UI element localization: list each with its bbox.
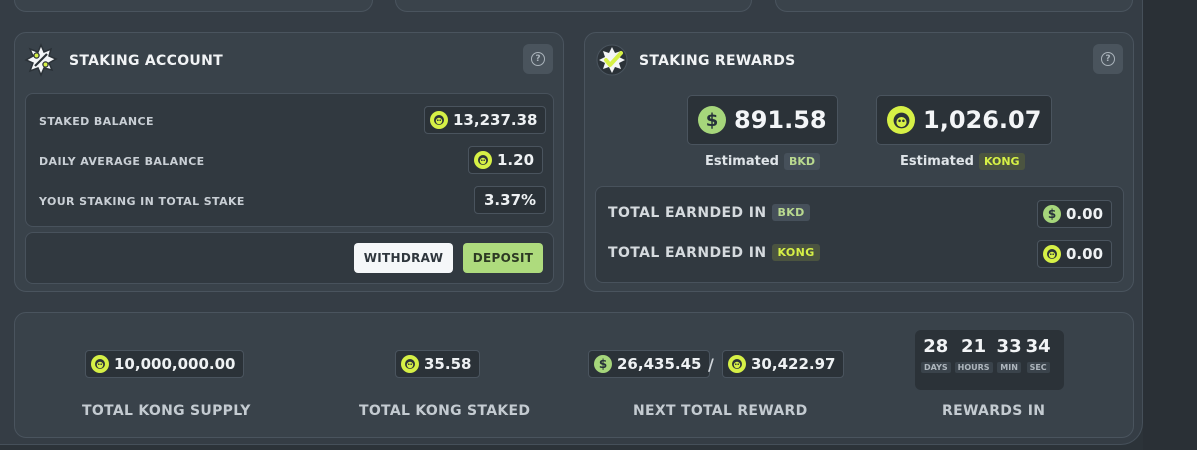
days-number: 28 (923, 336, 949, 357)
top-card-3 (775, 0, 1133, 12)
staking-share-amount: 3.37% (484, 191, 537, 209)
countdown-sec: 34 SEC (1026, 336, 1051, 390)
question-icon: ? (531, 52, 545, 66)
countdown-min: 33 MIN (997, 336, 1022, 390)
total-earned-text: TOTAL EARNDED IN (608, 204, 767, 221)
daily-average-amount: 1.20 (497, 151, 535, 169)
estimated-label: Estimated (900, 154, 974, 169)
rewards-countdown: 28 DAYS 21 HOURS 33 MIN 34 SEC (915, 330, 1064, 390)
staking-account-help-button[interactable]: ? (523, 44, 553, 74)
staking-rewards-help-button[interactable]: ? (1093, 44, 1123, 74)
staking-account-title: STAKING ACCOUNT (69, 53, 223, 69)
total-supply-label: TOTAL KONG SUPPLY (82, 403, 251, 419)
bkd-tag: BKD (772, 204, 810, 221)
kong-coin-icon (474, 151, 492, 169)
rewards-in-label: REWARDS IN (942, 403, 1046, 419)
next-reward-bkd-amount: 26,435.45 (617, 355, 702, 373)
estimated-kong-caption: Estimated KONG (900, 153, 1025, 170)
kong-tag: KONG (772, 244, 820, 261)
top-card-1 (14, 0, 373, 12)
staking-account-card: STAKING ACCOUNT ? STAKED BALANCE 13,237.… (14, 32, 564, 292)
stats-card: 10,000,000.00 TOTAL KONG SUPPLY 35.58 TO… (14, 312, 1134, 438)
staking-account-details: STAKED BALANCE 13,237.38 DAILY AVERAGE B… (25, 93, 554, 227)
kong-tag: KONG (978, 153, 1025, 170)
total-earned-text: TOTAL EARNDED IN (608, 244, 767, 261)
estimated-label: Estimated (705, 154, 779, 169)
kong-coin-icon (728, 355, 746, 373)
percent-badge-icon (24, 43, 58, 77)
estimated-bkd-caption: Estimated BKD (705, 153, 820, 170)
min-unit: MIN (997, 362, 1021, 373)
next-reward-kong-amount: 30,422.97 (751, 355, 836, 373)
total-earned-kong-label: TOTAL EARNDED IN KONG (608, 244, 820, 261)
daily-average-label: DAILY AVERAGE BALANCE (39, 155, 205, 168)
total-earned-bkd-label: TOTAL EARNDED IN BKD (608, 204, 810, 221)
staking-rewards-card: STAKING REWARDS ? $ 891.58 Estimated BKD… (584, 32, 1134, 292)
staked-balance-amount: 13,237.38 (453, 111, 538, 129)
kong-coin-icon (91, 355, 109, 373)
deposit-button[interactable]: DEPOSIT (463, 243, 543, 273)
total-staked-amount: 35.58 (424, 355, 472, 373)
total-staked-label: TOTAL KONG STAKED (359, 403, 531, 419)
withdraw-button[interactable]: WITHDRAW (354, 243, 453, 273)
staking-share-label: YOUR STAKING IN TOTAL STAKE (39, 195, 245, 208)
total-staked-value: 35.58 (395, 350, 481, 378)
total-earned-box: TOTAL EARNDED IN BKD $ 0.00 TOTAL EARNDE… (595, 186, 1124, 283)
total-supply-value: 10,000,000.00 (85, 350, 245, 378)
total-earned-bkd-amount: 0.00 (1066, 205, 1104, 223)
hours-number: 21 (961, 336, 987, 357)
daily-average-value: 1.20 (468, 146, 544, 174)
kong-coin-icon (430, 111, 448, 129)
staking-rewards-title: STAKING REWARDS (639, 53, 796, 69)
total-supply-amount: 10,000,000.00 (114, 355, 236, 373)
hours-unit: HOURS (954, 362, 993, 373)
staked-balance-value: 13,237.38 (424, 106, 547, 134)
total-earned-kong-value: 0.00 (1037, 240, 1113, 268)
estimated-kong-amount: 1,026.07 (923, 106, 1042, 134)
min-number: 33 (996, 336, 1022, 357)
countdown-hours: 21 HOURS (954, 336, 993, 390)
next-reward-kong-value: 30,422.97 (722, 350, 845, 378)
checkmark-badge-icon (595, 43, 629, 77)
next-reward-separator: / (708, 355, 714, 374)
sec-number: 34 (1025, 336, 1051, 357)
next-reward-bkd-value: $ 26,435.45 (588, 350, 711, 378)
next-reward-label: NEXT TOTAL REWARD (633, 403, 808, 419)
dollar-coin-icon: $ (594, 355, 612, 373)
total-earned-kong-amount: 0.00 (1066, 245, 1104, 263)
dollar-coin-icon: $ (1043, 205, 1061, 223)
dollar-coin-icon: $ (698, 106, 726, 134)
question-icon: ? (1101, 52, 1115, 66)
sec-unit: SEC (1026, 362, 1050, 373)
countdown-days: 28 DAYS (921, 336, 951, 390)
staked-balance-label: STAKED BALANCE (39, 115, 154, 128)
kong-coin-icon (1043, 245, 1061, 263)
staking-share-value: 3.37% (474, 186, 547, 214)
estimated-bkd-amount: 891.58 (734, 106, 827, 134)
estimated-kong-value: 1,026.07 (876, 95, 1053, 145)
kong-coin-icon (887, 106, 915, 134)
right-background-strip (1143, 0, 1197, 450)
bkd-tag: BKD (783, 153, 820, 170)
kong-coin-icon (401, 355, 419, 373)
days-unit: DAYS (921, 362, 951, 373)
staking-actions: WITHDRAW DEPOSIT (25, 232, 554, 284)
total-earned-bkd-value: $ 0.00 (1037, 200, 1113, 228)
estimated-bkd-value: $ 891.58 (687, 95, 838, 145)
top-card-2 (395, 0, 752, 12)
